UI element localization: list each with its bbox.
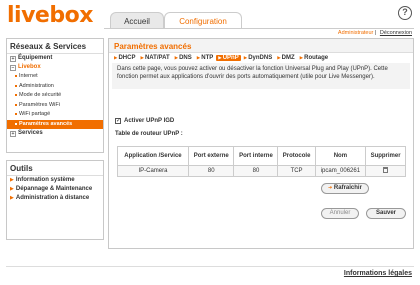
sidebar-sub-advanced-settings[interactable]: Paramètres avancés xyxy=(7,119,103,129)
sidebar-networks: Réseaux & Services + Équipement − Livebo… xyxy=(6,38,104,153)
subtab-label: NAT/PAT xyxy=(144,55,170,61)
logout-link[interactable]: Déconnexion xyxy=(380,30,412,36)
cell-external-port: 80 xyxy=(187,165,235,177)
subtab-label: NTP xyxy=(201,55,214,61)
arrow-right-icon: ▶ xyxy=(196,55,201,60)
upnp-enable-label: Activer UPnP IGD xyxy=(124,118,175,124)
user-bar: Administrateur | Déconnexion xyxy=(338,30,412,36)
sidebar-sub-shared-wifi[interactable]: WiFi partagé xyxy=(7,110,103,120)
upnp-enable-row: ✓ Activer UPnP IGD xyxy=(115,118,174,124)
sidebar-tool-label: Dépannage & Maintenance xyxy=(15,186,93,192)
sidebar-title-networks: Réseaux & Services xyxy=(7,39,103,54)
sidebar-tool-label: Administration à distance xyxy=(15,195,90,201)
sidebar-tool-label: Information système xyxy=(15,177,75,183)
subtab-label: UPnP xyxy=(222,55,239,61)
subtab-label: DHCP xyxy=(118,55,136,61)
refresh-button[interactable]: ➜ Rafraîchir xyxy=(321,183,369,194)
subtab-routage[interactable]: ▶ Routage xyxy=(298,55,330,61)
sidebar-tool-system-info[interactable]: ▶ Information système xyxy=(7,176,103,185)
footer-divider xyxy=(6,266,414,267)
sidebar-sub-wifi-settings[interactable]: Paramètres WiFi xyxy=(7,101,103,111)
sidebar-tool-troubleshooting[interactable]: ▶ Dépannage & Maintenance xyxy=(7,185,103,194)
legal-info-link[interactable]: Informations légales xyxy=(344,270,412,277)
save-button[interactable]: Sauver xyxy=(366,208,406,219)
main-panel: Paramètres avancés ▶ DHCP ▶ NAT/PAT ▶ DNS ▶… xyxy=(108,38,414,249)
col-header-application: Application /Service xyxy=(117,146,189,166)
sidebar-sub-administration[interactable]: Administration xyxy=(7,82,103,92)
header-divider xyxy=(104,28,414,29)
help-icon[interactable]: ? xyxy=(398,6,412,20)
trash-icon[interactable] xyxy=(383,167,389,173)
sidebar-tool-remote-admin[interactable]: ▶ Administration à distance xyxy=(7,194,103,203)
arrow-right-icon: ➜ xyxy=(328,185,333,191)
subtab-label: DynDNS xyxy=(248,55,273,61)
table-row: IP-Camera 80 80 TCP ipcam_006261 xyxy=(117,165,406,177)
sidebar-item-label: Équipement xyxy=(18,55,53,61)
col-header-delete: Supprimer xyxy=(365,146,406,166)
arrow-right-icon: ▶ xyxy=(140,55,144,60)
page-description: Dans cette page, vous pouvez activer ou … xyxy=(112,63,410,89)
cell-internal-port: 80 xyxy=(233,165,279,177)
table-header-row: Application /Service Port externe Port i… xyxy=(117,146,406,166)
page-title: Paramètres avancés xyxy=(109,39,413,53)
arrow-right-icon: ▶ xyxy=(174,55,179,60)
arrow-right-icon: ▶ xyxy=(10,186,14,192)
cancel-button[interactable]: Annuler xyxy=(321,208,359,219)
sidebar-item-equipement[interactable]: + Équipement xyxy=(7,54,103,63)
tab-accueil[interactable]: Accueil xyxy=(110,12,164,29)
subtab-upnp[interactable]: ▶ UPnP xyxy=(216,55,241,61)
cell-protocol: TCP xyxy=(277,165,316,177)
col-header-external-port: Port externe xyxy=(187,146,235,166)
expand-icon: + xyxy=(10,130,16,137)
arrow-right-icon: ▶ xyxy=(114,55,118,60)
subtab-nat-pat[interactable]: ▶ NAT/PAT xyxy=(138,55,171,61)
sidebar-title-tools: Outils xyxy=(7,161,103,176)
sidebar-tools: Outils ▶ Information système ▶ Dépannage… xyxy=(6,160,104,240)
subtab-dns[interactable]: ▶ DNS xyxy=(173,55,194,61)
subtab-dmz[interactable]: ▶ DMZ xyxy=(275,55,296,61)
collapse-icon: − xyxy=(10,64,16,71)
subtab-dhcp[interactable]: ▶ DHCP xyxy=(112,55,137,61)
col-header-internal-port: Port interne xyxy=(233,146,279,166)
sidebar-sub-internet[interactable]: Internet xyxy=(7,72,103,82)
sidebar-item-label: Services xyxy=(18,130,43,136)
sidebar-item-label: Livebox xyxy=(18,64,41,70)
cell-application: IP-Camera xyxy=(117,165,189,177)
arrow-right-icon: ▶ xyxy=(218,55,222,60)
subtab-label: Routage xyxy=(304,55,329,61)
livebox-logo: livebox xyxy=(7,3,93,28)
subtab-label: DMZ xyxy=(281,55,295,61)
arrow-right-icon: ▶ xyxy=(243,55,248,60)
arrow-right-icon: ▶ xyxy=(10,195,14,201)
upnp-table: Application /Service Port externe Port i… xyxy=(117,146,406,177)
col-header-name: Nom xyxy=(314,146,367,166)
cell-delete xyxy=(365,165,406,177)
subtab-bar: ▶ DHCP ▶ NAT/PAT ▶ DNS ▶ NTP ▶ UPnP ▶ DynDNS ▶… xyxy=(109,53,413,63)
arrow-right-icon: ▶ xyxy=(299,55,304,60)
subtab-ntp[interactable]: ▶ NTP xyxy=(195,55,215,61)
upnp-enable-checkbox[interactable]: ✓ xyxy=(115,118,121,124)
expand-icon: + xyxy=(10,55,16,62)
sidebar-sub-security-mode[interactable]: Mode de sécurité xyxy=(7,91,103,101)
arrow-right-icon: ▶ xyxy=(10,177,14,183)
sidebar-item-services[interactable]: + Services xyxy=(7,129,103,138)
col-header-protocol: Protocole xyxy=(277,146,316,166)
refresh-label: Rafraîchir xyxy=(333,185,362,191)
tab-configuration[interactable]: Configuration xyxy=(164,12,242,29)
sidebar-item-livebox[interactable]: − Livebox xyxy=(7,63,103,72)
table-label: Table de routeur UPnP : xyxy=(115,131,183,137)
subtab-label: DNS xyxy=(179,55,192,61)
subtab-dyndns[interactable]: ▶ DynDNS xyxy=(242,55,274,61)
arrow-right-icon: ▶ xyxy=(277,55,281,60)
user-separator: | xyxy=(374,30,377,36)
user-name: Administrateur xyxy=(337,30,374,36)
cell-name: ipcam_006261 xyxy=(314,165,367,177)
